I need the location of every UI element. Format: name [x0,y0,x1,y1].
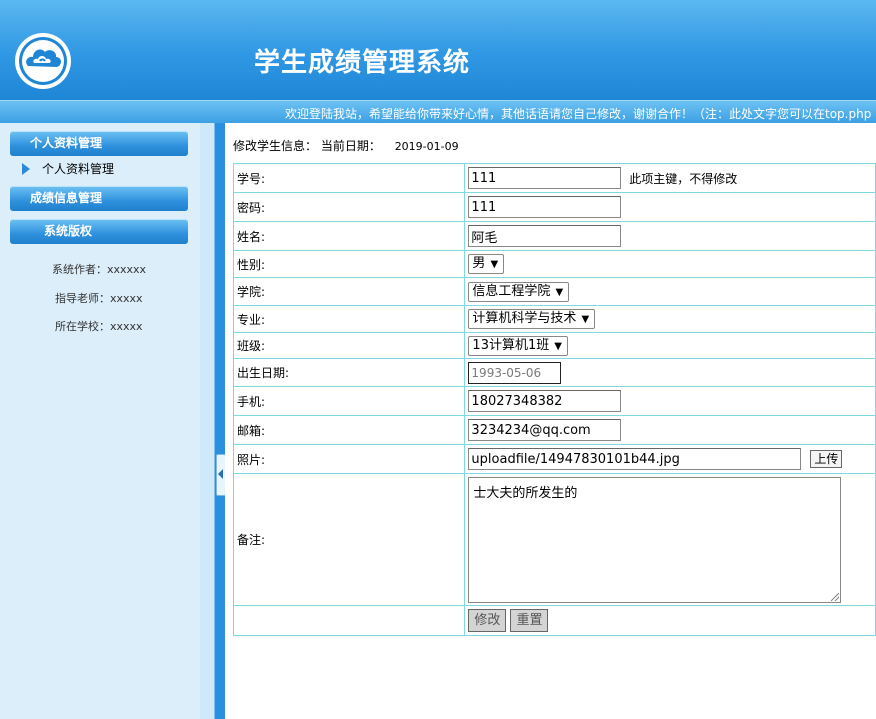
triangle-right-icon [22,162,30,175]
phone-input[interactable] [468,390,622,412]
page-heading: 修改学生信息： 当前日期： 2019-01-09 [233,137,459,154]
submit-button[interactable]: 修改 [468,609,507,632]
birthday-input[interactable] [468,361,562,384]
form-row: 班级: 13计算机1班 ▼ [232,332,876,359]
class-value: 13计算机1班 [472,337,550,353]
welcome-marquee: 欢迎登陆我站，希望能给你带来好心情，其他话语请您自己修改，谢谢合作！（注：此处文… [0,100,876,124]
menu-personal-info-label: 个人资料管理 [30,136,103,150]
college-select[interactable]: 信息工程学院 ▼ [468,281,570,302]
password-input[interactable] [468,196,622,218]
author-info: 系统作者：xxxxxx [52,263,147,276]
dropdown-arrow-icon: ▼ [581,314,590,325]
photo-path-input[interactable] [468,448,802,470]
name-label: 姓名: [232,221,466,251]
form-row: 备注: 士大夫的所发生的 [232,473,876,606]
gender-select[interactable]: 男 ▼ [468,254,505,274]
page-title: 修改学生信息： [233,139,318,153]
form-row: 密码: [232,192,876,222]
resize-grip-icon[interactable] [831,592,840,601]
gender-value: 男 [472,256,486,271]
header: 学生成绩管理系统 [0,0,876,100]
sidebar-item-label: 个人资料管理 [42,162,115,176]
cloud-logo-icon [15,33,71,89]
menu-personal-info[interactable]: 个人资料管理 [10,131,188,156]
form-row: 专业: 计算机科学与技术 ▼ [232,305,876,333]
form-row: 照片: 上传 [232,444,876,474]
remark-text: 士大夫的所发生的 [473,485,578,501]
birthday-label: 出生日期: [232,358,466,387]
student-id-input[interactable] [468,167,622,189]
dropdown-arrow-icon: ▼ [555,286,564,298]
app-title: 学生成绩管理系统 [254,48,471,78]
phone-label: 手机: [232,386,466,416]
student-id-hint: 此项主键，不得修改 [629,171,738,186]
upload-button[interactable]: 上传 [810,450,843,468]
form-row: 邮箱: [232,415,876,445]
form-row: 手机: [232,386,876,416]
date-label: 当前日期： [320,139,381,153]
form-row: 性别: 男 ▼ [232,250,876,278]
student-edit-form: 学号: 此项主键，不得修改 密码: 姓名: 性别: 男▼ 学院: [232,163,876,636]
form-row: 出生日期: [232,358,876,387]
form-row: 姓名: [232,221,876,251]
remark-label: 备注: [232,473,466,606]
current-date: 2019-01-09 [394,140,459,153]
menu-copyright-label: 系统版权 [44,224,93,238]
password-label: 密码: [232,192,466,222]
dropdown-arrow-icon: ▼ [490,259,499,270]
remark-textarea[interactable]: 士大夫的所发生的 [468,476,842,603]
photo-label: 照片: [232,444,466,474]
name-input[interactable] [468,225,622,247]
class-label: 班级: [232,332,466,359]
college-label: 学院: [232,277,466,306]
dropdown-arrow-icon: ▼ [554,340,562,352]
form-row: 修改 重置 [232,605,876,636]
empty-cell [232,605,466,636]
email-input[interactable] [468,419,622,441]
menu-score-info[interactable]: 成绩信息管理 [10,186,188,211]
college-value: 信息工程学院 [472,283,551,299]
main-content: 修改学生信息： 当前日期： 2019-01-09 学号: 此项主键，不得修改 密… [225,123,876,719]
sidebar: 个人资料管理 个人资料管理 成绩信息管理 系统版权 系统作者：xxxxxx 指导… [0,123,201,719]
email-label: 邮箱: [232,415,466,445]
school-info: 所在学校：xxxxx [55,320,143,333]
form-row: 学号: 此项主键，不得修改 [232,163,876,193]
major-select[interactable]: 计算机科学与技术 ▼ [468,309,596,329]
major-label: 专业: [232,305,466,333]
gender-label: 性别: [232,250,466,278]
marquee-text: 欢迎登陆我站，希望能给你带来好心情，其他话语请您自己修改，谢谢合作！（注：此处文… [285,107,872,121]
student-id-label: 学号: [232,163,466,193]
menu-score-info-label: 成绩信息管理 [30,191,103,205]
sidebar-item-personal-info[interactable]: 个人资料管理 [22,160,114,178]
major-value: 计算机科学与技术 [472,311,577,326]
teacher-info: 指导老师：xxxxx [55,292,143,305]
menu-copyright[interactable]: 系统版权 [10,219,188,244]
class-select[interactable]: 13计算机1班 ▼ [468,335,568,356]
reset-button[interactable]: 重置 [510,609,549,632]
form-row: 学院: 信息工程学院 ▼ [232,277,876,306]
sidebar-splitter[interactable] [200,123,225,719]
